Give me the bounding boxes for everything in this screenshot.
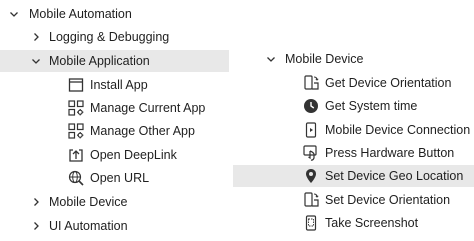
chevron-down-icon[interactable] xyxy=(9,9,19,19)
tree-item-mobile-device[interactable]: Mobile Device xyxy=(0,191,230,213)
tree-item-label: Mobile Device xyxy=(285,52,364,66)
tree-item-get-device-orientation[interactable]: Get Device Orientation xyxy=(233,72,474,94)
tree-item-label: Open URL xyxy=(90,171,150,185)
tree-item-set-device-geo-location[interactable]: Set Device Geo Location xyxy=(233,165,474,187)
window-icon xyxy=(68,77,84,93)
tree-item-label: Mobile Application xyxy=(49,54,150,68)
tree-item-set-device-orientation[interactable]: Set Device Orientation xyxy=(233,189,474,211)
chevron-down-icon[interactable] xyxy=(31,56,41,66)
chevron-right-icon[interactable] xyxy=(31,221,41,231)
tree-item-manage-current-app[interactable]: Manage Current App xyxy=(60,97,230,119)
tree-item-label: Install App xyxy=(90,78,148,92)
tree-item-mobile-device-connection[interactable]: Mobile Device Connection xyxy=(233,119,474,141)
globe-search-icon xyxy=(68,170,84,186)
tree-item-label: Manage Current App xyxy=(90,101,206,115)
tree-item-label: Open DeepLink xyxy=(90,148,177,162)
tree-item-label: Mobile Device Connection xyxy=(325,123,471,137)
tree-item-label: Logging & Debugging xyxy=(49,30,170,44)
tree-item-mobile-application[interactable]: Mobile Application xyxy=(0,50,229,72)
chevron-right-icon[interactable] xyxy=(31,32,41,42)
tree-item-label: Press Hardware Button xyxy=(325,146,455,160)
tree-item-label: Mobile Automation xyxy=(29,7,132,21)
tree-item-press-hardware-button[interactable]: Press Hardware Button xyxy=(233,142,474,164)
tree-item-label: Mobile Device xyxy=(49,195,128,209)
device-icon xyxy=(303,122,319,138)
grid-settings-icon xyxy=(68,123,84,139)
tree-item-get-system-time[interactable]: Get System time xyxy=(233,95,474,117)
tree-item-mobile-device-root[interactable]: Mobile Device xyxy=(233,48,474,70)
tree-item-manage-other-app[interactable]: Manage Other App xyxy=(60,120,230,142)
tree-item-label: Get System time xyxy=(325,99,418,113)
clock-icon xyxy=(303,98,319,114)
device-rotate-icon xyxy=(303,192,319,208)
tree-item-label: Manage Other App xyxy=(90,124,195,138)
tree-item-mobile-automation[interactable]: Mobile Automation xyxy=(0,3,230,25)
chevron-right-icon[interactable] xyxy=(31,197,41,207)
open-link-icon xyxy=(68,147,84,163)
chevron-down-icon[interactable] xyxy=(266,54,276,64)
tree-item-install-app[interactable]: Install App xyxy=(60,74,230,96)
tree-item-ui-automation[interactable]: UI Automation xyxy=(0,215,230,237)
grid-settings-icon xyxy=(68,100,84,116)
device-rotate-icon xyxy=(303,75,319,91)
tree-item-label: Get Device Orientation xyxy=(325,76,452,90)
tree-item-label: UI Automation xyxy=(49,219,128,233)
tree-item-take-screenshot[interactable]: Take Screenshot xyxy=(233,212,474,234)
tree-item-label: Set Device Geo Location xyxy=(325,169,464,183)
tree-item-open-url[interactable]: Open URL xyxy=(60,167,230,189)
tree-item-open-deeplink[interactable]: Open DeepLink xyxy=(60,144,230,166)
screenshot-icon xyxy=(303,215,319,231)
tree-item-label: Take Screenshot xyxy=(325,216,419,230)
device-press-icon xyxy=(303,145,319,161)
tree-item-label: Set Device Orientation xyxy=(325,193,451,207)
tree-item-logging-debugging[interactable]: Logging & Debugging xyxy=(0,26,230,48)
location-pin-icon xyxy=(303,168,319,184)
